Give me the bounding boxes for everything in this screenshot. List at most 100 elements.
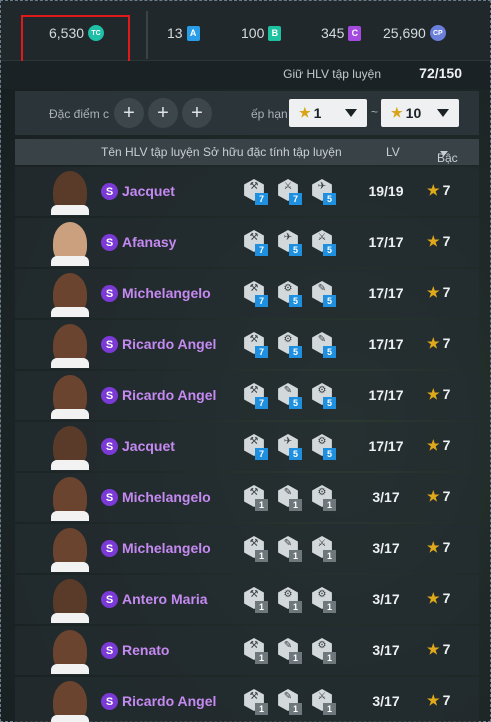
range-separator: ~ (371, 105, 379, 119)
b-ticket-value: 100 (241, 25, 265, 41)
player-avatar (51, 375, 89, 419)
trait-level-badge: 1 (323, 652, 336, 664)
training-trait-icon[interactable]: ✎ 5 (277, 383, 305, 409)
trait-glyph-icon: ⚙ (317, 436, 327, 447)
hold-capacity: Giữ HLV tập luyện 72/150 (1, 61, 490, 89)
training-trait-icon[interactable]: ✎ 5 (311, 281, 339, 307)
training-trait-icon[interactable]: ⚙ 1 (311, 587, 339, 613)
training-trait-icon[interactable]: ⚒ 1 (243, 485, 271, 511)
col-lv-header[interactable]: LV (386, 145, 400, 159)
a-ticket-icon: A (186, 25, 200, 41)
training-trait-icon[interactable]: ✎ 1 (277, 638, 305, 664)
training-trait-icon[interactable]: ⚔ 1 (311, 689, 339, 715)
training-trait-icon[interactable]: ✎ 1 (277, 689, 305, 715)
trait-level-badge: 5 (289, 397, 302, 409)
grade-value: 7 (442, 488, 451, 504)
col-traits-header[interactable]: Sở hữu đặc tính tập luyện (203, 145, 342, 159)
table-row[interactable]: S Antero Maria ⚒ 1 ⚙ 1 ⚙ 1 3/17 ★ 7 (15, 575, 479, 624)
grade-value: 7 (442, 284, 451, 300)
star-icon: ★ (427, 692, 440, 708)
training-trait-icon[interactable]: ⚔ 1 (311, 536, 339, 562)
training-trait-icon[interactable]: ⚒ 1 (243, 689, 271, 715)
training-trait-icon[interactable]: ✈ 5 (311, 179, 339, 205)
training-trait-icon[interactable]: ✈ 5 (277, 434, 305, 460)
rank-to-value: 10 (405, 105, 422, 121)
training-trait-icon[interactable]: ⚙ 5 (311, 434, 339, 460)
training-trait-icon[interactable]: ⚙ 1 (277, 587, 305, 613)
player-avatar (51, 324, 89, 368)
trait-glyph-icon: ⚒ (249, 691, 259, 702)
training-trait-icon[interactable]: ⚔ 5 (311, 230, 339, 256)
grade-value: 7 (442, 692, 451, 708)
add-trait-filter-button-3[interactable]: + (182, 98, 212, 128)
coach-level: 3/17 (372, 693, 400, 709)
training-trait-icon[interactable]: ⚒ 1 (243, 587, 271, 613)
training-trait-icon[interactable]: ⚒ 7 (243, 434, 271, 460)
trait-level-badge: 1 (289, 703, 302, 715)
training-trait-icon[interactable]: ⚒ 1 (243, 638, 271, 664)
trait-level-badge: 7 (255, 244, 268, 256)
cp-currency[interactable]: 25,690 CP (383, 23, 446, 43)
special-coach-badge-icon: S (101, 540, 118, 557)
special-coach-badge-icon: S (101, 438, 118, 455)
training-trait-icon[interactable]: ⚙ 1 (311, 638, 339, 664)
trait-level-badge: 5 (289, 448, 302, 460)
rank-from-select[interactable]: ★ 1 (289, 99, 367, 127)
table-row[interactable]: S Ricardo Angel ⚒ 7 ⚙ 5 ✎ 5 17/17 ★ 7 (15, 320, 479, 369)
trait-glyph-icon: ⚒ (249, 538, 259, 549)
training-trait-icon[interactable]: ⚙ 5 (277, 281, 305, 307)
c-ticket-currency[interactable]: 345 C (321, 23, 362, 43)
b-ticket-currency[interactable]: 100 B (241, 23, 282, 43)
coach-grade: ★ 7 (427, 488, 450, 505)
training-trait-icon[interactable]: ⚒ 7 (243, 230, 271, 256)
add-trait-filter-button-2[interactable]: + (148, 98, 178, 128)
table-row[interactable]: S Ricardo Angel ⚒ 7 ✎ 5 ⚙ 5 17/17 ★ 7 (15, 371, 479, 420)
table-row[interactable]: S Afanasy ⚒ 7 ✈ 5 ⚔ 5 17/17 ★ 7 (15, 218, 479, 267)
table-row[interactable]: S Jacquet ⚒ 7 ✈ 5 ⚙ 5 17/17 ★ 7 (15, 422, 479, 471)
rank-from-value: 1 (313, 105, 322, 121)
table-row[interactable]: S Michelangelo ⚒ 1 ✎ 1 ⚙ 1 3/17 ★ 7 (15, 473, 479, 522)
table-row[interactable]: S Michelangelo ⚒ 7 ⚙ 5 ✎ 5 17/17 ★ 7 (15, 269, 479, 318)
training-trait-icon[interactable]: ⚔ 7 (277, 179, 305, 205)
trait-level-badge: 5 (323, 346, 336, 358)
add-trait-filter-button-1[interactable]: + (114, 98, 144, 128)
col-name-header[interactable]: Tên HLV tập luyện (101, 145, 200, 159)
table-row[interactable]: S Renato ⚒ 1 ✎ 1 ⚙ 1 3/17 ★ 7 (15, 626, 479, 675)
trait-glyph-icon: ⚒ (249, 436, 259, 447)
training-trait-icon[interactable]: ⚒ 7 (243, 383, 271, 409)
training-trait-icon[interactable]: ✎ 1 (277, 536, 305, 562)
training-trait-icon[interactable]: ⚙ 1 (311, 485, 339, 511)
coach-name: Ricardo Angel (122, 336, 217, 352)
star-icon: ★ (299, 105, 311, 120)
training-trait-icon[interactable]: ⚒ 7 (243, 281, 271, 307)
training-trait-icon[interactable]: ✎ 5 (311, 332, 339, 358)
training-trait-icon[interactable]: ⚒ 7 (243, 332, 271, 358)
training-trait-icon[interactable]: ⚒ 7 (243, 179, 271, 205)
coach-level: 17/17 (368, 234, 404, 250)
player-avatar (51, 273, 89, 317)
trait-glyph-icon: ✎ (283, 640, 293, 651)
a-ticket-currency[interactable]: 13 A (167, 23, 200, 43)
training-trait-icon[interactable]: ⚒ 1 (243, 536, 271, 562)
training-trait-icon[interactable]: ⚙ 5 (311, 383, 339, 409)
coach-grade: ★ 7 (427, 284, 450, 301)
rank-to-select[interactable]: ★ 10 (381, 99, 459, 127)
table-row[interactable]: S Jacquet ⚒ 7 ⚔ 7 ✈ 5 19/19 ★ 7 (15, 167, 479, 216)
trait-glyph-icon: ⚒ (249, 283, 259, 294)
trait-level-badge: 1 (255, 499, 268, 511)
trait-level-badge: 1 (289, 550, 302, 562)
training-trait-icon[interactable]: ⚙ 5 (277, 332, 305, 358)
training-trait-icon[interactable]: ✈ 5 (277, 230, 305, 256)
trait-level-badge: 5 (323, 244, 336, 256)
table-row[interactable]: S Michelangelo ⚒ 1 ✎ 1 ⚔ 1 3/17 ★ 7 (15, 524, 479, 573)
trait-glyph-icon: ⚔ (283, 181, 293, 192)
player-avatar (51, 171, 89, 215)
grade-value: 7 (442, 233, 451, 249)
trait-level-badge: 1 (255, 601, 268, 613)
star-icon: ★ (427, 590, 440, 606)
table-row[interactable]: S Ricardo Angel ⚒ 1 ✎ 1 ⚔ 1 3/17 ★ 7 (15, 677, 479, 722)
tc-currency[interactable]: 6,530 TC (49, 23, 105, 43)
training-trait-icon[interactable]: ✎ 1 (277, 485, 305, 511)
trait-glyph-icon: ✎ (283, 538, 293, 549)
coach-grade: ★ 7 (427, 692, 450, 709)
